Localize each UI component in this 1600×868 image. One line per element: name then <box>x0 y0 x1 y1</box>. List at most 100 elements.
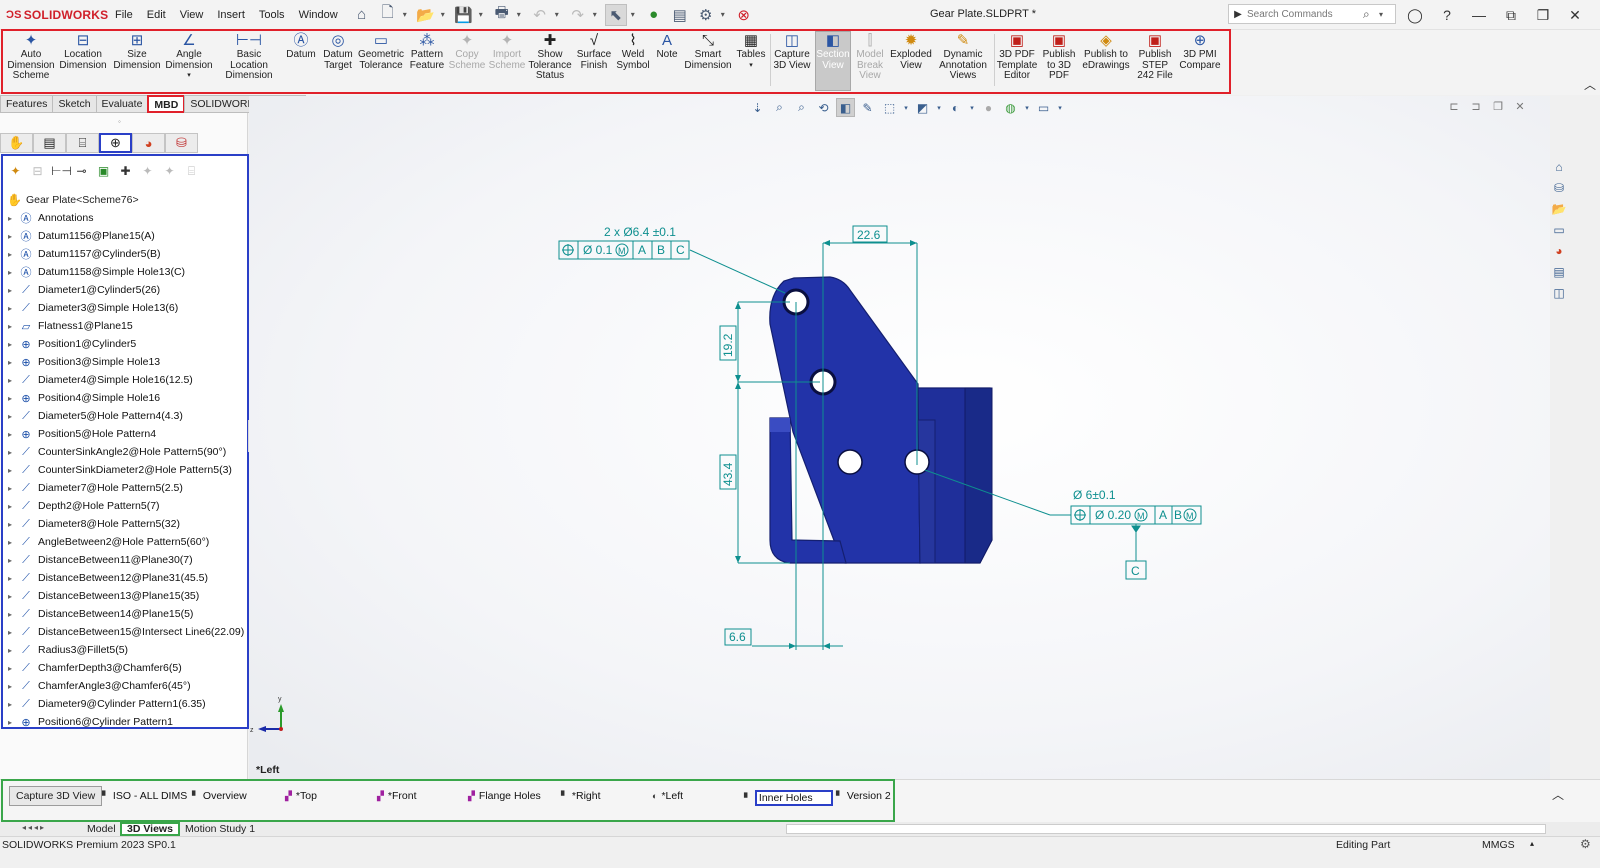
tree-item[interactable]: ▸ Ⓐ Datum1158@Simple Hole13(C) <box>3 263 247 281</box>
publish-to-3d-pdf-button[interactable]: ▣ Publish to 3D PDF <box>1040 32 1078 82</box>
dimxpert-manager-tab-icon[interactable]: ⊕ <box>99 133 132 153</box>
tab-features[interactable]: Features <box>0 95 54 113</box>
geometric-tolerance-button[interactable]: ▭ Geometric Tolerance <box>357 32 405 71</box>
tree-item[interactable]: ▸ ⟋ DistanceBetween12@Plane31(45.5) <box>3 569 247 587</box>
publish-to-edrawings-button[interactable]: ◈ Publish to eDrawings <box>1080 32 1132 71</box>
menu-edit[interactable]: Edit <box>140 9 173 21</box>
chevron-down-icon[interactable]: ▾ <box>555 10 563 19</box>
solidworks-forum-icon[interactable]: ◫ <box>1550 284 1568 302</box>
select-pointer-icon[interactable]: ⬉ <box>604 3 627 26</box>
view-name-edit-field[interactable]: Inner Holes <box>754 790 833 806</box>
show-tolerance-status-button[interactable]: ✚ Show Tolerance Status <box>528 32 572 82</box>
appearances-icon[interactable]: ◕ <box>1550 242 1568 260</box>
3d-pdf-template-editor-button[interactable]: ▣ 3D PDF Template Editor <box>996 32 1038 82</box>
tree-item[interactable]: ▸ ⟋ Radius3@Fillet5(5) <box>3 641 247 659</box>
tree-item[interactable]: ▸ Ⓐ Annotations <box>3 209 247 227</box>
status-settings-icon[interactable]: ⚙ <box>1580 837 1591 851</box>
expand-arrow-icon[interactable]: ▸ <box>3 646 17 655</box>
chevron-down-icon[interactable]: ▾ <box>403 10 411 19</box>
chevron-down-icon[interactable]: ▾ <box>517 10 525 19</box>
expand-arrow-icon[interactable]: ▸ <box>3 376 17 385</box>
file-properties-icon[interactable]: ▤ <box>669 4 691 26</box>
chevron-down-icon[interactable]: ▾ <box>593 10 601 19</box>
expand-arrow-icon[interactable]: ▸ <box>3 610 17 619</box>
collapse-views-icon[interactable]: ︿ <box>1552 786 1564 803</box>
menu-file[interactable]: File <box>108 9 140 21</box>
dynamic-annotation-views-button[interactable]: ✎ Dynamic Annotation Views <box>935 32 991 82</box>
view-right[interactable]: ▘ *Right <box>561 790 601 802</box>
design-library-icon[interactable]: ⛁ <box>1550 179 1568 197</box>
expand-arrow-icon[interactable]: ▸ <box>3 358 17 367</box>
capture-3d-view-button[interactable]: ◫ Capture 3D View <box>772 32 812 71</box>
save-icon[interactable]: 💾 <box>453 4 475 26</box>
exploded-view-button[interactable]: ✹ Exploded View <box>890 32 932 71</box>
tree-item[interactable]: ▸ ⟋ Diameter5@Hole Pattern4(4.3) <box>3 407 247 425</box>
home-icon[interactable]: ⌂ <box>351 4 373 26</box>
tree-item[interactable]: ▸ ⟋ Diameter3@Simple Hole13(6) <box>3 299 247 317</box>
expand-arrow-icon[interactable]: ▸ <box>3 592 17 601</box>
undo-icon[interactable]: ↶ <box>529 4 551 26</box>
tables-button[interactable]: ▦ Tables ▾ <box>736 32 766 71</box>
panel-splitter-icon[interactable]: ◦ <box>118 117 121 126</box>
chevron-down-icon[interactable]: ▾ <box>631 10 639 19</box>
datum-c-label[interactable]: C <box>1131 564 1140 578</box>
expand-arrow-icon[interactable]: ▸ <box>3 574 17 583</box>
tree-item[interactable]: ▸ ⟋ Diameter4@Simple Hole16(12.5) <box>3 371 247 389</box>
view-palette-icon[interactable]: ▭ <box>1550 221 1568 239</box>
close-x-icon[interactable]: ⊗ <box>733 4 755 26</box>
expand-arrow-icon[interactable]: ▸ <box>3 430 17 439</box>
rebuild-icon[interactable]: ● <box>643 4 665 26</box>
auto-dimension-scheme-button[interactable]: ✦ Auto Dimension Scheme <box>6 32 56 82</box>
expand-arrow-icon[interactable]: ▸ <box>3 304 17 313</box>
geometric-tolerance-icon[interactable]: ▣ <box>95 164 112 179</box>
dimension-19-2[interactable]: 19.2 <box>721 333 735 357</box>
expand-arrow-icon[interactable]: ▸ <box>3 682 17 691</box>
tab-mbd[interactable]: MBD <box>147 95 186 113</box>
tree-item[interactable]: ▸ ⊕ Position4@Simple Hole16 <box>3 389 247 407</box>
tab-motion-study-1[interactable]: Motion Study 1 <box>180 822 260 836</box>
redo-icon[interactable]: ↷ <box>567 4 589 26</box>
tree-item[interactable]: ▸ ⟋ DistanceBetween11@Plane30(7) <box>3 551 247 569</box>
expand-arrow-icon[interactable]: ▸ <box>3 538 17 547</box>
configuration-manager-tab-icon[interactable]: ⌸ <box>66 133 99 153</box>
tree-item[interactable]: ▸ Ⓐ Datum1157@Cylinder5(B) <box>3 245 247 263</box>
3d-pmi-compare-button[interactable]: ⊕ 3D PMI Compare <box>1178 32 1222 71</box>
expand-arrow-icon[interactable]: ▸ <box>3 232 17 241</box>
expand-arrow-icon[interactable]: ▸ <box>3 214 17 223</box>
expand-arrow-icon[interactable]: ▸ <box>3 700 17 709</box>
expand-arrow-icon[interactable]: ▸ <box>3 466 17 475</box>
tree-item[interactable]: ▸ ⟋ Diameter1@Cylinder5(26) <box>3 281 247 299</box>
dimension-22-6[interactable]: 22.6 <box>857 228 881 242</box>
view-inner-holes[interactable]: ▘ Inner Holes <box>744 790 833 806</box>
tree-item[interactable]: ▸ ⟋ CounterSinkDiameter2@Hole Pattern5(3) <box>3 461 247 479</box>
expand-arrow-icon[interactable]: ▸ <box>3 628 17 637</box>
view-version-2[interactable]: ▘ Version 2 <box>836 790 891 802</box>
datum-target-button[interactable]: ◎ Datum Target <box>320 32 356 71</box>
tile-icon[interactable]: ⧉ <box>1496 4 1526 26</box>
tree-item[interactable]: ▸ ▱ Flatness1@Plane15 <box>3 317 247 335</box>
expand-arrow-icon[interactable]: ▸ <box>3 394 17 403</box>
minimize-icon[interactable]: — <box>1464 4 1494 26</box>
tree-root[interactable]: ✋ Gear Plate<Scheme76> <box>7 193 139 207</box>
expand-arrow-icon[interactable]: ▸ <box>3 484 17 493</box>
copy-scheme-button[interactable]: ✦ Copy Scheme <box>449 32 486 71</box>
feature-manager-tab-icon[interactable]: ✋ <box>0 133 33 153</box>
tree-item[interactable]: ▸ ⟋ Diameter8@Hole Pattern5(32) <box>3 515 247 533</box>
menu-insert[interactable]: Insert <box>210 9 252 21</box>
horizontal-scrollbar[interactable] <box>786 824 1546 834</box>
chevron-down-icon[interactable]: ▾ <box>187 71 191 82</box>
expand-arrow-icon[interactable]: ▸ <box>3 286 17 295</box>
view-overview[interactable]: ▘ Overview <box>192 790 247 802</box>
menu-window[interactable]: Window <box>292 9 345 21</box>
expand-arrow-icon[interactable]: ▸ <box>3 520 17 529</box>
chevron-up-icon[interactable]: ▴ <box>1530 839 1534 848</box>
tab-sketch[interactable]: Sketch <box>52 95 97 113</box>
tree-item[interactable]: ▸ Ⓐ Datum1156@Plane15(A) <box>3 227 247 245</box>
solidworks-logo[interactable]: ƆS SOLIDWORKS <box>0 8 108 22</box>
solidworks-resources-icon[interactable]: ⌂ <box>1550 158 1568 176</box>
cam-tab-icon[interactable]: ⛁ <box>165 133 198 153</box>
chevron-down-icon[interactable]: ▾ <box>441 10 449 19</box>
tree-item[interactable]: ▸ ⊕ Position5@Hole Pattern4 <box>3 425 247 443</box>
location-dimension-button[interactable]: ⊟ Location Dimension <box>58 32 108 71</box>
tree-item[interactable]: ▸ ⊕ Position1@Cylinder5 <box>3 335 247 353</box>
